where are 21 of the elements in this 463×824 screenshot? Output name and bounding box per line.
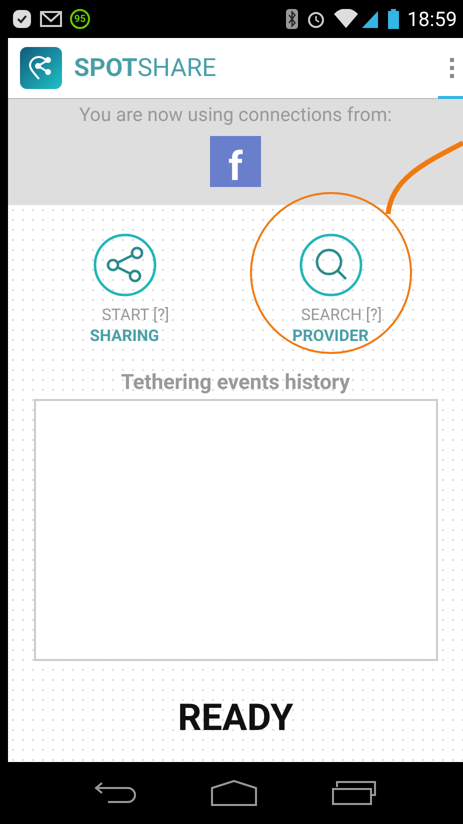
history-title: Tethering events history <box>120 371 350 395</box>
status-text: READY <box>178 697 294 740</box>
status-time: 18:59 <box>407 7 457 31</box>
mail-icon <box>40 11 62 27</box>
overflow-menu-icon[interactable] <box>449 57 455 79</box>
connections-label: You are now using connections from: <box>79 103 392 126</box>
search-icon <box>298 233 362 297</box>
check-icon <box>12 9 32 29</box>
battery-icon <box>388 9 400 29</box>
alarm-icon <box>306 9 326 29</box>
share-action-button[interactable]: START [?] SHARING <box>52 233 198 345</box>
signal-icon <box>334 9 380 29</box>
battery-badge: 95 <box>70 9 90 29</box>
recent-apps-icon[interactable] <box>330 781 377 805</box>
bluetooth-icon <box>286 9 298 29</box>
app-logo-icon <box>20 47 62 89</box>
home-icon[interactable] <box>210 780 258 806</box>
share-icon <box>92 233 156 297</box>
app-title: SPOTSHARE <box>74 54 218 82</box>
back-icon[interactable] <box>94 781 138 805</box>
provider-logo: f <box>210 136 261 187</box>
